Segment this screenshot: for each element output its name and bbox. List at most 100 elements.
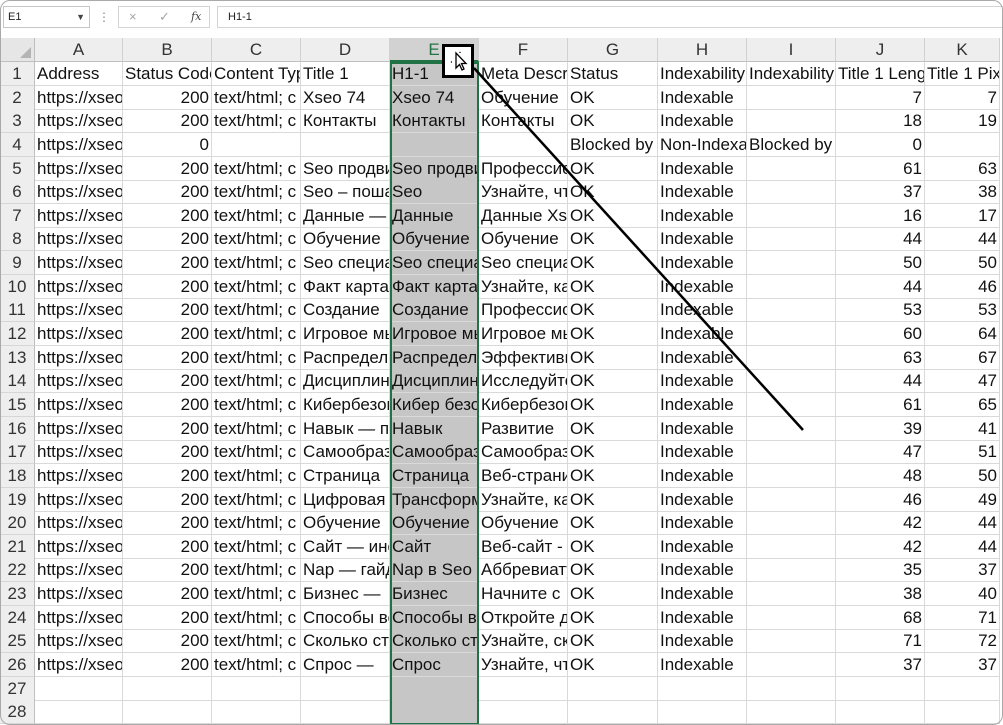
cell-e14[interactable]: Дисциплина bbox=[390, 369, 479, 394]
cell-g7[interactable]: OK bbox=[568, 203, 658, 228]
cell-f20[interactable]: Обучение bbox=[479, 511, 568, 536]
cell-c3[interactable]: text/html; c bbox=[212, 109, 301, 134]
cell-g12[interactable]: OK bbox=[568, 322, 658, 347]
cell-b26[interactable]: 200 bbox=[123, 653, 212, 677]
cell-d28[interactable] bbox=[301, 700, 390, 725]
cell-i23[interactable] bbox=[747, 582, 836, 607]
cell-a20[interactable]: https://xseo bbox=[35, 511, 123, 536]
row-header[interactable]: 11 bbox=[0, 298, 35, 323]
cell-e23[interactable]: Бизнес bbox=[390, 582, 479, 607]
cell-k12[interactable]: 64 bbox=[925, 322, 1000, 347]
cell-c9[interactable]: text/html; c bbox=[212, 251, 301, 276]
cell-k4[interactable] bbox=[925, 132, 1000, 157]
cell-b28[interactable] bbox=[123, 700, 212, 725]
cell-b7[interactable]: 200 bbox=[123, 203, 212, 228]
cell-d15[interactable]: Кибербезопасность bbox=[301, 392, 390, 417]
column-header-k[interactable]: K bbox=[925, 38, 1000, 62]
cell-b3[interactable]: 200 bbox=[123, 109, 212, 134]
cell-a27[interactable] bbox=[35, 676, 123, 701]
cell-c12[interactable]: text/html; c bbox=[212, 322, 301, 347]
cell-j16[interactable]: 39 bbox=[836, 416, 925, 441]
cell-c25[interactable]: text/html; c bbox=[212, 629, 301, 654]
cell-a22[interactable]: https://xseo bbox=[35, 558, 123, 583]
cell-c13[interactable]: text/html; c bbox=[212, 345, 301, 370]
cell-h5[interactable]: Indexable bbox=[658, 156, 747, 181]
cell-g8[interactable]: OK bbox=[568, 227, 658, 252]
cell-f6[interactable]: Узнайте, что bbox=[479, 180, 568, 205]
cell-c18[interactable]: text/html; c bbox=[212, 463, 301, 488]
cell-g27[interactable] bbox=[568, 676, 658, 701]
cell-d27[interactable] bbox=[301, 676, 390, 701]
cell-i19[interactable] bbox=[747, 487, 836, 512]
cell-a1[interactable]: Address bbox=[35, 62, 123, 86]
cell-d18[interactable]: Страница bbox=[301, 463, 390, 488]
cell-e7[interactable]: Данные bbox=[390, 203, 479, 228]
cell-b6[interactable]: 200 bbox=[123, 180, 212, 205]
row-header[interactable]: 4 bbox=[0, 132, 35, 157]
cell-d4[interactable] bbox=[301, 132, 390, 157]
cell-h7[interactable]: Indexable bbox=[658, 203, 747, 228]
row-header[interactable]: 7 bbox=[0, 203, 35, 228]
cell-f28[interactable] bbox=[479, 700, 568, 725]
cell-i13[interactable] bbox=[747, 345, 836, 370]
cell-f8[interactable]: Обучение bbox=[479, 227, 568, 252]
cell-b4[interactable]: 0 bbox=[123, 132, 212, 157]
cell-a16[interactable]: https://xseo bbox=[35, 416, 123, 441]
cell-e26[interactable]: Спрос bbox=[390, 653, 479, 677]
cell-g28[interactable] bbox=[568, 700, 658, 725]
cell-a18[interactable]: https://xseo bbox=[35, 463, 123, 488]
cell-c26[interactable]: text/html; c bbox=[212, 653, 301, 677]
cell-g13[interactable]: OK bbox=[568, 345, 658, 370]
cell-i7[interactable] bbox=[747, 203, 836, 228]
cell-c4[interactable] bbox=[212, 132, 301, 157]
row-header[interactable]: 20 bbox=[0, 511, 35, 536]
cell-a6[interactable]: https://xseo bbox=[35, 180, 123, 205]
cell-i10[interactable] bbox=[747, 274, 836, 299]
cell-j9[interactable]: 50 bbox=[836, 251, 925, 276]
cell-g4[interactable]: Blocked by bbox=[568, 132, 658, 157]
row-header[interactable]: 15 bbox=[0, 392, 35, 417]
cell-j19[interactable]: 46 bbox=[836, 487, 925, 512]
cell-h25[interactable]: Indexable bbox=[658, 629, 747, 654]
cell-e13[interactable]: Распределение bbox=[390, 345, 479, 370]
cell-a24[interactable]: https://xseo bbox=[35, 605, 123, 630]
cell-k18[interactable]: 50 bbox=[925, 463, 1000, 488]
row-header[interactable]: 21 bbox=[0, 534, 35, 559]
cell-i22[interactable] bbox=[747, 558, 836, 583]
name-box[interactable]: E1 ▼ bbox=[3, 6, 90, 28]
cell-b8[interactable]: 200 bbox=[123, 227, 212, 252]
cell-a10[interactable]: https://xseo bbox=[35, 274, 123, 299]
cell-g3[interactable]: OK bbox=[568, 109, 658, 134]
cell-c1[interactable]: Content Type bbox=[212, 62, 301, 86]
cell-e16[interactable]: Навык bbox=[390, 416, 479, 441]
cell-i15[interactable] bbox=[747, 392, 836, 417]
cell-j1[interactable]: Title 1 Length bbox=[836, 62, 925, 86]
cell-d10[interactable]: Факт карта bbox=[301, 274, 390, 299]
cell-g23[interactable]: OK bbox=[568, 582, 658, 607]
cell-d17[interactable]: Самообразование bbox=[301, 440, 390, 465]
cell-h10[interactable]: Indexable bbox=[658, 274, 747, 299]
cell-j20[interactable]: 42 bbox=[836, 511, 925, 536]
cell-i3[interactable] bbox=[747, 109, 836, 134]
cell-d22[interactable]: Nap — гайд bbox=[301, 558, 390, 583]
column-header-h[interactable]: H bbox=[658, 38, 747, 62]
row-header[interactable]: 3 bbox=[0, 109, 35, 134]
cell-e10[interactable]: Факт карта bbox=[390, 274, 479, 299]
cell-k26[interactable]: 37 bbox=[925, 653, 1000, 677]
cell-h13[interactable]: Indexable bbox=[658, 345, 747, 370]
cell-f1[interactable]: Meta Description bbox=[479, 62, 568, 86]
cell-f25[interactable]: Узнайте, сколько bbox=[479, 629, 568, 654]
cell-f21[interactable]: Веб-сайт - bbox=[479, 534, 568, 559]
cell-b11[interactable]: 200 bbox=[123, 298, 212, 323]
cell-i4[interactable]: Blocked by bbox=[747, 132, 836, 157]
cell-d12[interactable]: Игровое мышление bbox=[301, 322, 390, 347]
cell-e22[interactable]: Nap в Seo bbox=[390, 558, 479, 583]
cell-g6[interactable]: OK bbox=[568, 180, 658, 205]
column-header-f[interactable]: F bbox=[479, 38, 568, 62]
row-header[interactable]: 8 bbox=[0, 227, 35, 252]
cell-f26[interactable]: Узнайте, что bbox=[479, 653, 568, 677]
cell-h22[interactable]: Indexable bbox=[658, 558, 747, 583]
cell-c16[interactable]: text/html; c bbox=[212, 416, 301, 441]
cell-d13[interactable]: Распределение bbox=[301, 345, 390, 370]
cell-j22[interactable]: 35 bbox=[836, 558, 925, 583]
